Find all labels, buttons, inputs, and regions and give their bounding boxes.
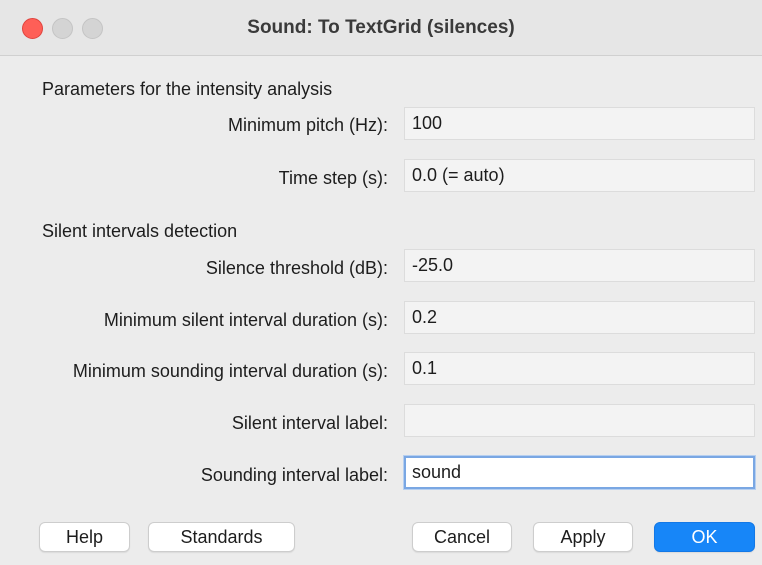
silent-interval-label-input[interactable] [404, 404, 755, 437]
minimum-pitch-input[interactable] [404, 107, 755, 140]
sounding-interval-label-input[interactable] [404, 456, 755, 489]
time-step-label: Time step (s): [278, 168, 388, 188]
ok-button[interactable]: OK [654, 522, 755, 552]
apply-button[interactable]: Apply [533, 522, 633, 552]
window-title: Sound: To TextGrid (silences) [247, 17, 515, 38]
min-sounding-duration-input[interactable] [404, 352, 755, 385]
cancel-button[interactable]: Cancel [412, 522, 512, 552]
intensity-section-heading: Parameters for the intensity analysis [42, 79, 333, 99]
dialog-window: Sound: To TextGrid (silences) Parameters… [0, 0, 762, 565]
silent-interval-label-label: Silent interval label: [231, 413, 388, 433]
silence-threshold-input[interactable] [404, 249, 755, 282]
sounding-interval-label-label: Sounding interval label: [200, 465, 388, 485]
min-silent-duration-input[interactable] [404, 301, 755, 334]
silent-section-heading: Silent intervals detection [42, 221, 238, 241]
title-bar[interactable]: Sound: To TextGrid (silences) [0, 0, 762, 56]
time-step-input[interactable] [404, 159, 755, 192]
min-silent-duration-label: Minimum silent interval duration (s): [103, 310, 388, 330]
silence-threshold-label: Silence threshold (dB): [205, 258, 388, 278]
minimum-pitch-label: Minimum pitch (Hz): [227, 115, 388, 135]
standards-button[interactable]: Standards [148, 522, 295, 552]
min-sounding-duration-label: Minimum sounding interval duration (s): [72, 361, 388, 381]
help-button[interactable]: Help [39, 522, 130, 552]
